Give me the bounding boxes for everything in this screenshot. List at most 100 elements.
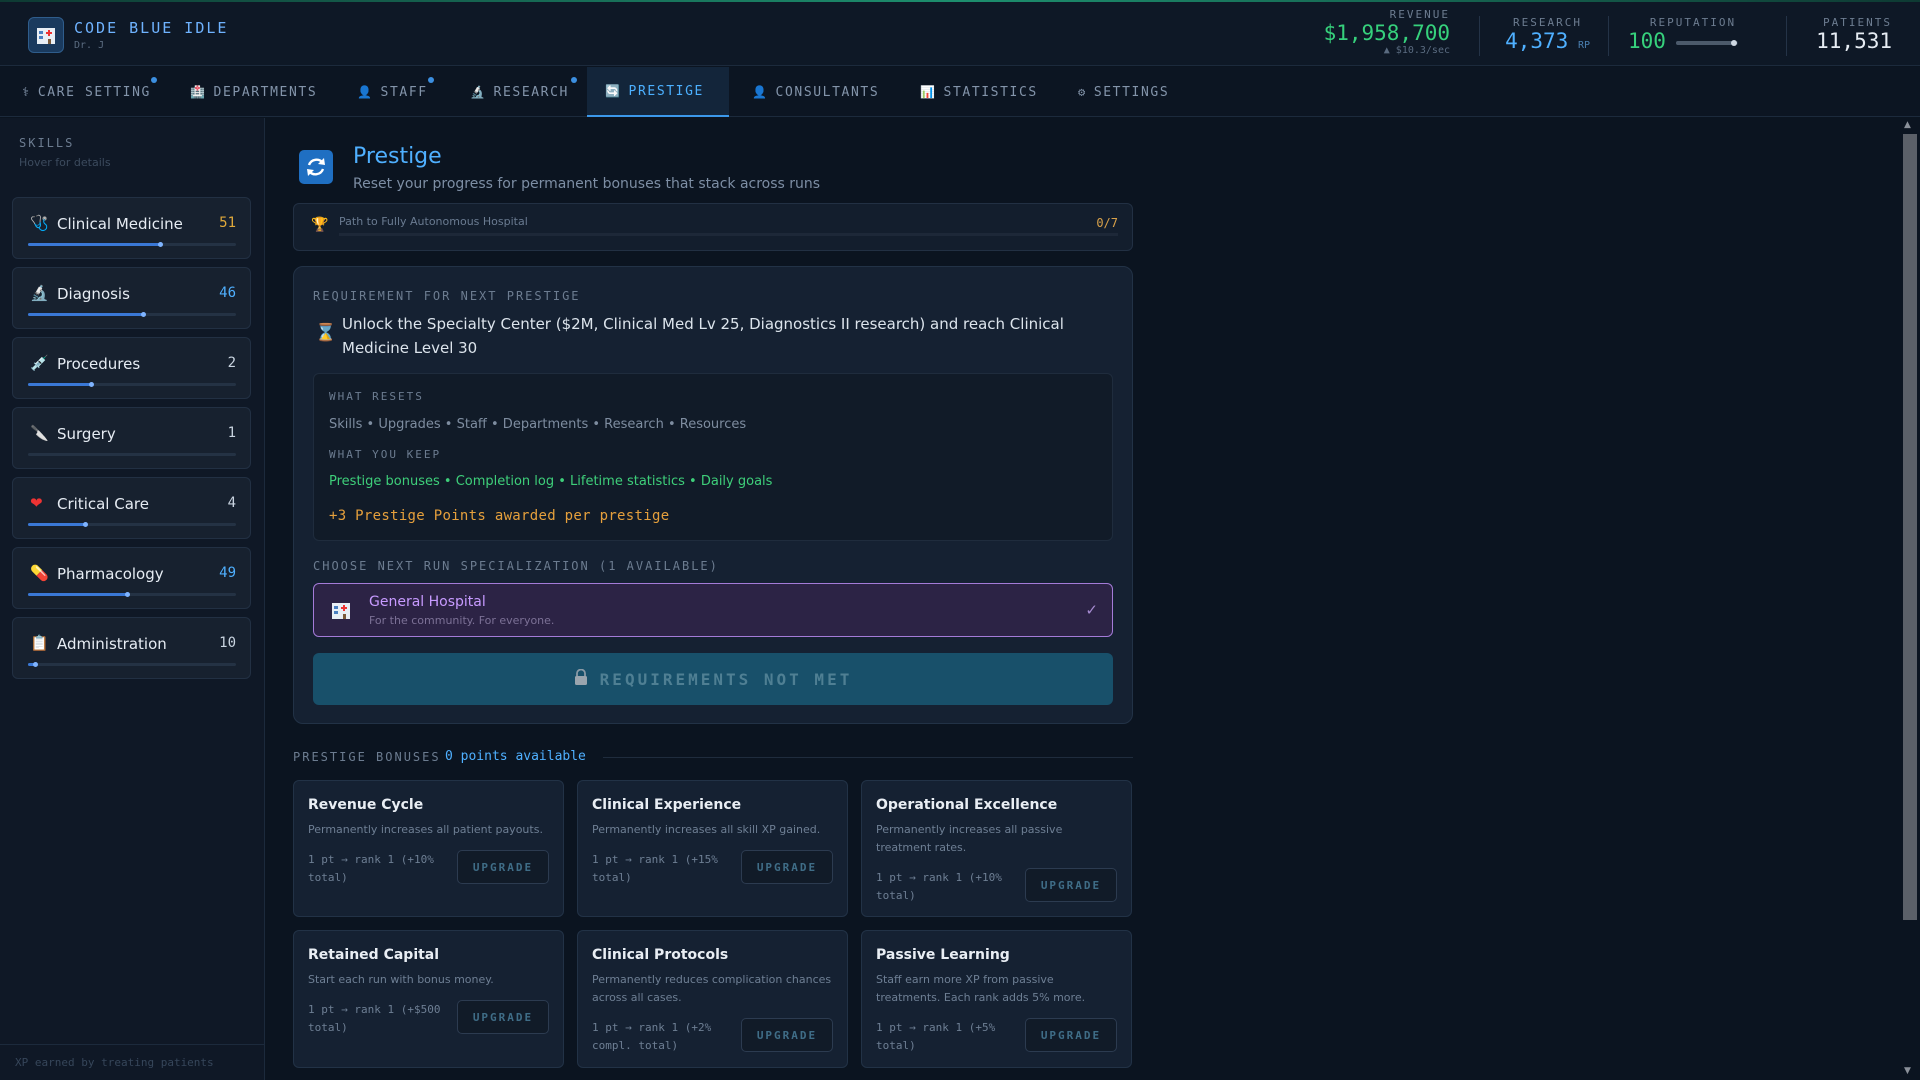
- skill-administration[interactable]: 📋 Administration 10: [12, 617, 251, 679]
- refresh-icon: 🔄: [605, 84, 622, 98]
- tab-prestige[interactable]: 🔄 PRESTIGE: [587, 67, 729, 117]
- tab-label: STAFF: [380, 84, 428, 100]
- skill-progress-bar: [28, 662, 236, 667]
- skill-level: 2: [227, 355, 236, 371]
- clipboard-icon: 📋: [30, 634, 49, 652]
- skill-level: 51: [219, 215, 236, 231]
- bonus-rank-text: 1 pt → rank 1 (+2% compl. total): [592, 1021, 712, 1052]
- person-icon: 👤: [357, 85, 374, 99]
- bonus-card-clinical-experience: Clinical Experience Permanently increase…: [577, 780, 848, 917]
- skill-progress-fill: [28, 522, 89, 527]
- skill-level: 10: [219, 635, 236, 651]
- sidebar-title: SKILLS: [19, 136, 75, 150]
- scroll-down-icon[interactable]: ▼: [1904, 1066, 1911, 1076]
- prestige-button[interactable]: REQUIREMENTS NOT MET: [313, 653, 1113, 705]
- skill-level: 4: [227, 495, 236, 511]
- patients-value: 11,531: [1816, 29, 1892, 53]
- skill-name: Clinical Medicine: [57, 215, 183, 233]
- scalpel-icon: 🔪: [30, 424, 49, 442]
- skill-progress-fill: [28, 312, 147, 317]
- what-you-keep-label: WHAT YOU KEEP: [329, 448, 442, 461]
- stethoscope-icon: 🩺: [30, 214, 49, 232]
- skill-critical-care[interactable]: ❤ Critical Care 4: [12, 477, 251, 539]
- header: CODE BLUE IDLE Dr. J REVENUE $1,958,700 …: [0, 2, 1920, 66]
- bonus-description: Permanently reduces complication chances…: [592, 973, 832, 1004]
- revenue-rate: ▲ $10.3/sec: [1383, 45, 1450, 56]
- bonus-card-passive-learning: Passive Learning Staff earn more XP from…: [861, 930, 1132, 1068]
- research-stat: RESEARCH 4,373 RP: [1505, 16, 1590, 53]
- bonus-title: Revenue Cycle: [308, 797, 424, 813]
- reputation-stat: REPUTATION 100: [1628, 16, 1758, 53]
- tab-bar: ⚕ CARE SETTING 🏥 DEPARTMENTS 👤 STAFF 🔬 R…: [0, 67, 1920, 117]
- reputation-bar-fill: [1676, 40, 1737, 46]
- checkmark-icon: ✓: [1085, 601, 1098, 619]
- tab-departments[interactable]: 🏥 DEPARTMENTS: [172, 67, 335, 117]
- bonus-description: Permanently increases all patient payout…: [308, 823, 543, 836]
- skill-progress-bar: [28, 242, 236, 247]
- points-award-text: +3 Prestige Points awarded per prestige: [329, 508, 670, 524]
- tab-staff[interactable]: 👤 STAFF: [339, 67, 446, 117]
- path-progress-bar: [339, 233, 1118, 236]
- divider: [603, 757, 1133, 758]
- scroll-up-icon[interactable]: ▲: [1904, 120, 1911, 130]
- autonomy-path-progress: 🏆 Path to Fully Autonomous Hospital 0/7: [293, 203, 1133, 251]
- trophy-icon: 🏆: [311, 217, 329, 233]
- skill-diagnosis[interactable]: 🔬 Diagnosis 46: [12, 267, 251, 329]
- what-you-keep-list: Prestige bonuses • Completion log • Life…: [329, 474, 773, 489]
- skill-name: Administration: [57, 635, 167, 653]
- skill-name: Critical Care: [57, 495, 149, 513]
- skill-pharmacology[interactable]: 💊 Pharmacology 49: [12, 547, 251, 609]
- tab-care-setting[interactable]: ⚕ CARE SETTING: [4, 67, 169, 117]
- divider: [1608, 16, 1609, 56]
- tab-label: STATISTICS: [943, 84, 1038, 100]
- skill-surgery[interactable]: 🔪 Surgery 1: [12, 407, 251, 469]
- upgrade-button[interactable]: UPGRADE: [741, 1018, 833, 1052]
- skill-name: Surgery: [57, 425, 116, 443]
- pill-icon: 💊: [30, 564, 49, 582]
- app-title: CODE BLUE IDLE: [74, 19, 229, 37]
- refresh-icon: [299, 150, 333, 184]
- lock-icon: [574, 668, 588, 689]
- prestige-requirement-card: REQUIREMENT FOR NEXT PRESTIGE ⌛ Unlock t…: [293, 266, 1133, 724]
- tab-consultants[interactable]: 👤 CONSULTANTS: [734, 67, 897, 117]
- upgrade-button[interactable]: UPGRADE: [1025, 868, 1117, 902]
- bonus-title: Clinical Experience: [592, 797, 742, 813]
- upgrade-button[interactable]: UPGRADE: [457, 850, 549, 884]
- skill-progress-bar: [28, 453, 236, 456]
- microscope-icon: 🔬: [470, 85, 487, 99]
- tab-research[interactable]: 🔬 RESEARCH: [452, 67, 587, 117]
- skill-progress-bar: [28, 592, 236, 597]
- microscope-icon: 🔬: [30, 284, 49, 302]
- bonus-rank-text: 1 pt → rank 1 (+15% total): [592, 853, 718, 884]
- skill-clinical-medicine[interactable]: 🩺 Clinical Medicine 51: [12, 197, 251, 259]
- skill-name: Diagnosis: [57, 285, 130, 303]
- tab-settings[interactable]: ⚙ SETTINGS: [1060, 67, 1187, 117]
- divider: [1786, 16, 1787, 56]
- patients-label: PATIENTS: [1823, 16, 1892, 29]
- notification-dot: [570, 77, 577, 83]
- scrollbar-thumb[interactable]: [1903, 134, 1917, 920]
- specialization-general-hospital[interactable]: General Hospital For the community. For …: [313, 583, 1113, 637]
- syringe-icon: 💉: [30, 354, 49, 372]
- bonus-description: Start each run with bonus money.: [308, 973, 494, 986]
- divider: [1479, 16, 1480, 56]
- tab-statistics[interactable]: 📊 STATISTICS: [902, 67, 1056, 117]
- requirement-text: Unlock the Specialty Center ($2M, Clinic…: [342, 315, 1064, 357]
- bonus-rank-text: 1 pt → rank 1 (+10% total): [308, 853, 434, 884]
- upgrade-button[interactable]: UPGRADE: [457, 1000, 549, 1034]
- skill-name: Procedures: [57, 355, 141, 373]
- tab-label: RESEARCH: [493, 84, 569, 100]
- tab-label: CARE SETTING: [37, 84, 151, 100]
- skill-level: 1: [227, 425, 236, 441]
- skill-progress-fill: [28, 662, 39, 667]
- upgrade-button[interactable]: UPGRADE: [1025, 1018, 1117, 1052]
- hospital-icon: [332, 603, 350, 619]
- user-name: Dr. J: [74, 40, 105, 51]
- bonus-title: Operational Excellence: [876, 797, 1058, 813]
- research-label: RESEARCH: [1513, 16, 1583, 29]
- tab-label: PRESTIGE: [628, 83, 704, 99]
- skill-procedures[interactable]: 💉 Procedures 2: [12, 337, 251, 399]
- prestige-bonuses-header: PRESTIGE BONUSES 0 points available: [293, 749, 1133, 766]
- bonus-rank-text: 1 pt → rank 1 (+5% total): [876, 1021, 996, 1052]
- upgrade-button[interactable]: UPGRADE: [741, 850, 833, 884]
